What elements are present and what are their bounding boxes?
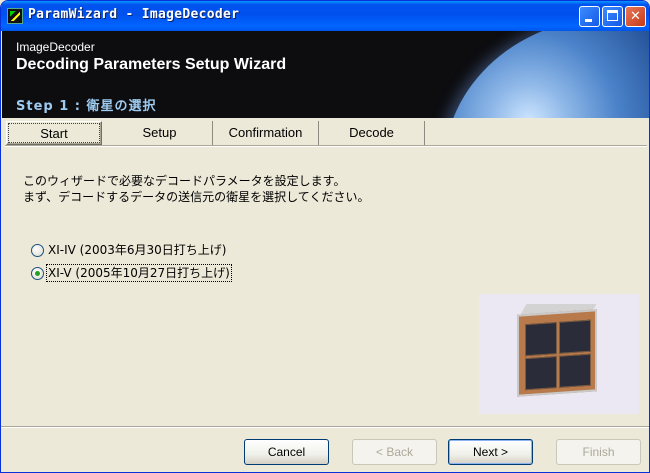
tab-start[interactable]: Start xyxy=(6,121,102,145)
minimize-icon xyxy=(585,19,592,22)
back-button[interactable]: < Back xyxy=(352,439,437,465)
maximize-button[interactable] xyxy=(602,6,623,27)
radio-label[interactable]: XI-IV (2003年6月30日打ち上げ) xyxy=(47,242,227,258)
title-bar[interactable]: ParamWizard - ImageDecoder ✕ xyxy=(1,1,649,31)
app-icon xyxy=(7,8,23,24)
wizard-window: ParamWizard - ImageDecoder ✕ ImageDecode… xyxy=(0,0,650,473)
radio-selected-dot xyxy=(35,271,40,276)
radio-circle[interactable] xyxy=(31,244,44,257)
close-icon: ✕ xyxy=(630,9,641,24)
description-line-1: このウィザードで必要なデコードパラメータを設定します。 xyxy=(23,174,346,188)
minimize-button[interactable] xyxy=(579,6,600,27)
description: このウィザードで必要なデコードパラメータを設定します。 まず、デコードするデータ… xyxy=(23,173,369,205)
header-banner: ImageDecoder Decoding Parameters Setup W… xyxy=(2,31,649,118)
tab-confirmation[interactable]: Confirmation xyxy=(213,121,319,145)
finish-button[interactable]: Finish xyxy=(556,439,641,465)
close-button[interactable]: ✕ xyxy=(625,6,646,27)
description-line-2: まず、デコードするデータの送信元の衛星を選択してください。 xyxy=(23,190,370,204)
cancel-button[interactable]: Cancel xyxy=(244,439,329,465)
footer-divider xyxy=(1,426,649,428)
wizard-tabs: Start Setup Confirmation Decode xyxy=(5,121,647,145)
tab-setup[interactable]: Setup xyxy=(107,121,213,145)
window-title: ParamWizard - ImageDecoder xyxy=(28,7,240,22)
satellite-photo xyxy=(479,294,639,414)
tab-decode[interactable]: Decode xyxy=(319,121,425,145)
tab-separator xyxy=(5,145,647,147)
radio-label[interactable]: XI-V (2005年10月27日打ち上げ) xyxy=(46,264,232,282)
maximize-icon xyxy=(607,10,618,21)
next-button[interactable]: Next > xyxy=(448,439,533,465)
step-label: Step 1 : 衛星の選択 xyxy=(16,99,157,114)
radio-circle[interactable] xyxy=(31,267,44,280)
header-title: Decoding Parameters Setup Wizard xyxy=(16,56,287,73)
earth-image xyxy=(444,31,649,118)
header-subtitle: ImageDecoder xyxy=(16,40,95,54)
